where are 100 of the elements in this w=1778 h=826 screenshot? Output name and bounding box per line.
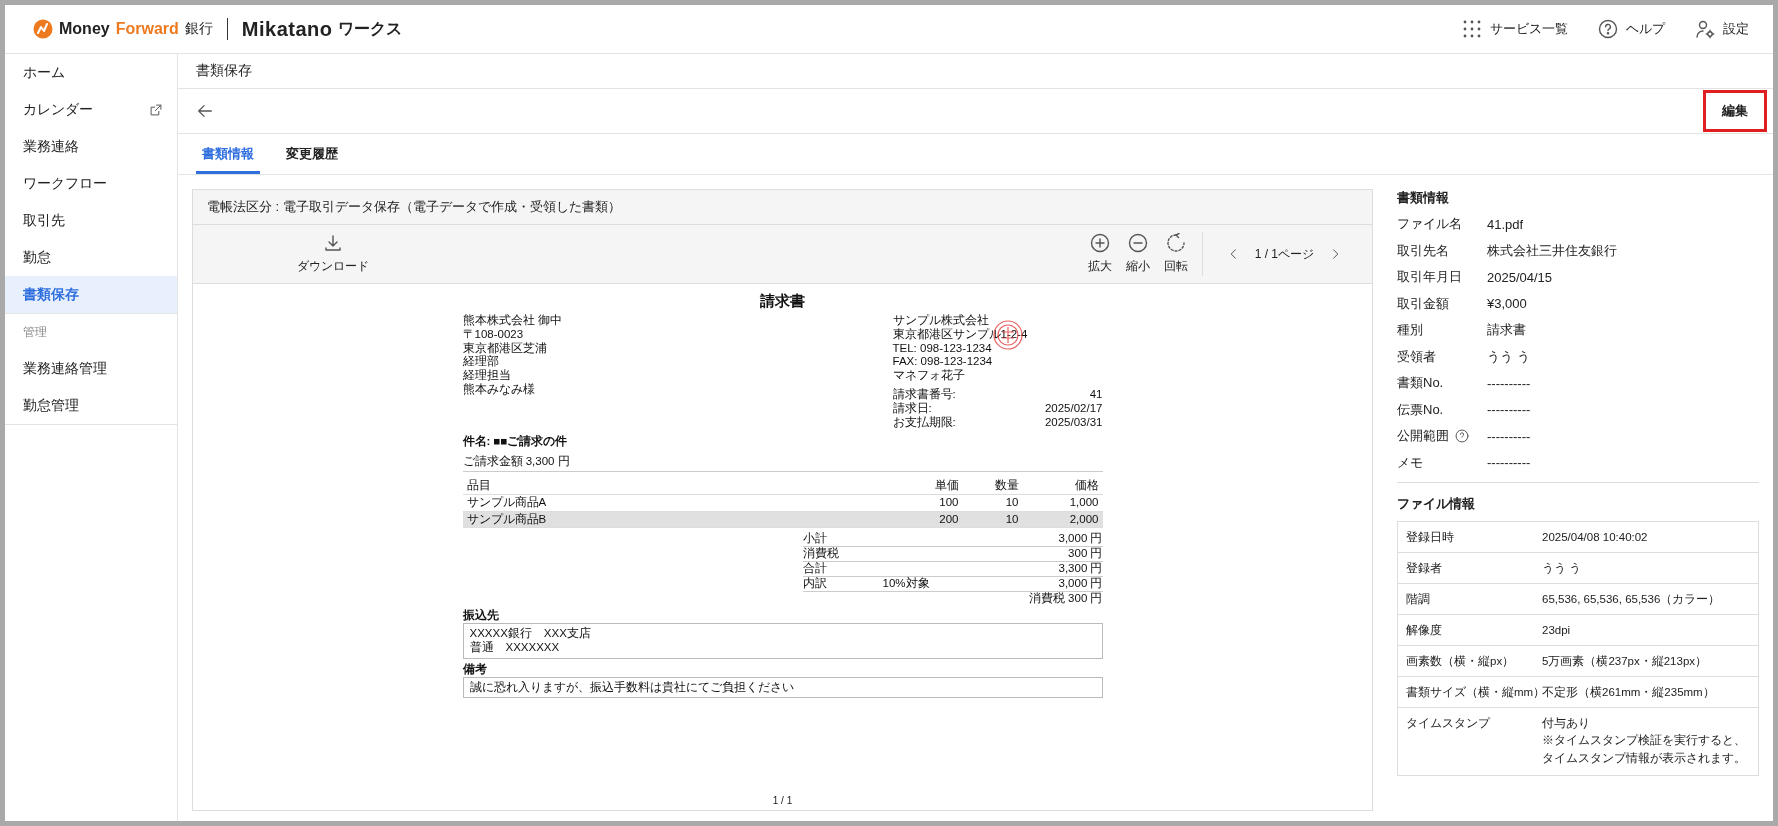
column-header: 数量 xyxy=(993,478,1019,493)
table-cell-text: 10 xyxy=(1004,495,1019,510)
brand-suffix: 銀行 xyxy=(184,20,213,38)
info-label: 種別 xyxy=(1397,321,1423,340)
tool-button[interactable]: 拡大 xyxy=(1087,233,1112,275)
sidebar-item[interactable]: 業務連絡 xyxy=(5,128,177,165)
product-suffix: ワークス xyxy=(338,18,403,39)
info-label: メモ xyxy=(1397,453,1423,472)
info-value: タイムスタンプ情報が表示されます。 xyxy=(1542,750,1746,766)
document-title: 請求書 xyxy=(759,292,806,310)
info-value: 2025/04/08 10:40:02 xyxy=(1542,530,1648,545)
tax-note: 消費税 300 円 xyxy=(1027,591,1103,606)
remarks-label: 備考 xyxy=(462,662,488,677)
info-label: 画素数（横・縦px） xyxy=(1406,654,1516,669)
edit-button[interactable]: 編集 xyxy=(1703,90,1767,132)
column-header: 単価 xyxy=(933,478,959,493)
bank-line: 普通 XXXXXXX xyxy=(469,640,561,655)
page-title: 書類保存 xyxy=(178,54,1773,89)
zoom-in-icon xyxy=(1089,233,1110,253)
help-icon xyxy=(1455,429,1469,444)
info-value: ---------- xyxy=(1487,428,1531,444)
info-label: 取引金額 xyxy=(1397,294,1449,313)
info-value: ¥3,000 xyxy=(1487,296,1527,312)
table-cell-text: サンプル商品B xyxy=(466,512,548,527)
total-label: 小計 xyxy=(802,532,828,547)
info-value: 請求書 xyxy=(1487,321,1526,340)
info-label: 書類No. xyxy=(1397,374,1444,393)
download-icon xyxy=(323,233,343,253)
sidebar-item[interactable]: カレンダー xyxy=(5,91,177,128)
total-label: 消費税 xyxy=(802,547,840,561)
meta-value: 41 xyxy=(1089,388,1103,402)
info-label: 伝票No. xyxy=(1397,400,1444,419)
meta-label: お支払期限: xyxy=(892,415,956,430)
sidebar-item[interactable]: 勤怠管理 xyxy=(5,387,177,424)
sender-line: FAX: 098-123-1234 xyxy=(892,355,994,369)
section-title: 書類情報 xyxy=(1397,189,1450,207)
bank-line: XXXXX銀行 XXX支店 xyxy=(469,627,592,641)
tab[interactable]: 変更履歴 xyxy=(280,145,344,174)
info-value: 41.pdf xyxy=(1487,216,1524,232)
tool-button[interactable]: 縮小 xyxy=(1125,233,1150,275)
sender-line: TEL: 098-123-1234 xyxy=(892,341,993,356)
header-action[interactable]: ヘルプ xyxy=(1598,19,1665,39)
recipient-line: 熊本みなみ様 xyxy=(462,383,536,397)
info-label: 取引年月日 xyxy=(1397,268,1462,287)
page-indicator: 1 / 1ページ xyxy=(1254,245,1314,263)
table-cell-text: 1,000 xyxy=(1068,495,1099,510)
info-label: 公開範囲 xyxy=(1397,427,1449,446)
back-arrow-icon xyxy=(196,102,214,120)
recipient-line: 〒108-0023 xyxy=(462,327,525,342)
info-value: ---------- xyxy=(1487,402,1531,418)
sender-line: サンプル株式会社 xyxy=(892,314,990,328)
meta-value: 2025/02/17 xyxy=(1044,401,1103,416)
sidebar-item[interactable]: ワークフロー xyxy=(5,165,177,202)
recipient-line: 東京都港区芝浦 xyxy=(462,341,548,355)
sidebar-section-label: 管理 xyxy=(5,313,177,350)
info-value: うう う xyxy=(1542,561,1582,576)
meta-label: 請求書番号: xyxy=(892,388,956,402)
table-cell-text: サンプル商品A xyxy=(466,495,548,510)
header-action[interactable]: 設定 xyxy=(1695,19,1749,39)
sidebar-item[interactable]: 取引先 xyxy=(5,202,177,239)
info-value: 5万画素（横237px・縦213px） xyxy=(1542,654,1708,669)
grid-icon xyxy=(1462,19,1482,39)
user-gear-icon xyxy=(1695,19,1715,39)
recipient-line: 経理担当 xyxy=(462,369,512,383)
product-name: Mikatano xyxy=(241,17,333,41)
sidebar-item[interactable]: 業務連絡管理 xyxy=(5,350,177,387)
table-cell-text: 200 xyxy=(938,512,959,527)
sidebar-item[interactable]: ホーム xyxy=(5,54,177,91)
info-value: 株式会社三井住友銀行 xyxy=(1487,241,1617,260)
column-header: 価格 xyxy=(1073,478,1099,493)
info-label: 登録者 xyxy=(1406,561,1443,576)
info-label: タイムスタンプ xyxy=(1406,716,1492,731)
total-value: 3,000 円 xyxy=(1057,532,1103,547)
billed-amount: ご請求金額 3,300 円 xyxy=(462,455,1103,472)
table-cell-text: 100 xyxy=(938,495,959,510)
total-value: 300 円 xyxy=(1067,547,1103,561)
sidebar-item[interactable]: 勤怠 xyxy=(5,239,177,276)
help-icon xyxy=(1598,19,1618,39)
header-action[interactable]: サービス一覧 xyxy=(1462,19,1568,39)
tool-button[interactable]: 回転 xyxy=(1163,233,1188,275)
info-value: うう う xyxy=(1487,347,1530,366)
sidebar-item[interactable]: 書類保存 xyxy=(5,276,177,313)
document-subject: 件名: ■■ご請求の件 xyxy=(462,435,569,450)
table-cell-text: 10 xyxy=(1004,512,1019,527)
category-label: 電帳法区分 : 電子取引データ保存（電子データで作成・受領した書類） xyxy=(193,190,1372,225)
info-label: ファイル名 xyxy=(1397,215,1462,234)
zoom-out-icon xyxy=(1127,233,1148,253)
info-label: 書類サイズ（横・縦mm） xyxy=(1406,685,1542,700)
total-value: 3,300 円 xyxy=(1057,561,1103,576)
info-value: 65,536, 65,536, 65,536（カラー） xyxy=(1542,592,1721,607)
recipient-line: 熊本株式会社 御中 xyxy=(462,314,562,328)
back-button[interactable] xyxy=(196,102,214,120)
info-label: 解像度 xyxy=(1406,623,1443,638)
download-button[interactable]: ダウンロード xyxy=(297,233,369,275)
info-value: 不定形（横261mm・縦235mm） xyxy=(1542,685,1715,700)
brand-logo-icon xyxy=(33,19,53,39)
info-label: 取引先名 xyxy=(1397,241,1449,260)
page-number: 1 / 1 xyxy=(772,795,793,808)
total-note: 10%対象 xyxy=(882,576,931,591)
tab[interactable]: 書類情報 xyxy=(196,145,260,174)
